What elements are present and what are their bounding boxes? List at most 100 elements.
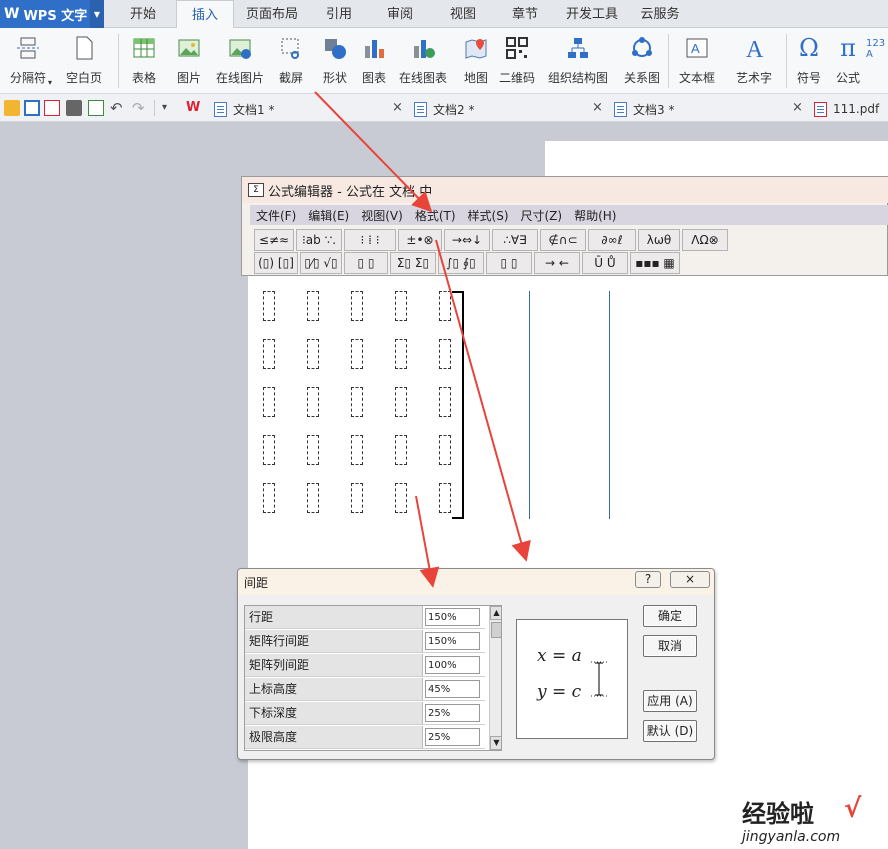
apply-button[interactable]: 应用 (A) [643,690,697,712]
integrals-palette[interactable]: ∫▯ ∮▯ [438,252,484,274]
matrix-slot[interactable] [351,387,363,417]
scroll-thumb[interactable] [491,622,501,638]
tab-developer[interactable]: 开发工具 [556,0,628,28]
matrix-slot[interactable] [439,483,451,513]
menu-format[interactable]: 格式(T) [415,207,456,224]
table-button[interactable]: 表格 [124,32,164,92]
chart-button[interactable]: 图表 [358,32,390,92]
relations-palette[interactable]: ≤≠≈ [254,229,294,251]
matrix-column-spacing-input[interactable]: 100% [425,656,480,674]
close-button[interactable]: × [670,571,710,588]
matrix-slot[interactable] [395,387,407,417]
doc-tab-2[interactable]: 文档2 * [414,100,474,118]
symbol-button[interactable]: Ω 符号 [788,32,830,92]
matrix-slot[interactable] [439,291,451,321]
export-pdf-icon[interactable] [44,100,60,116]
matrix-slot[interactable] [263,291,275,321]
textbox-button[interactable]: A 文本框 [672,32,722,92]
summations-palette[interactable]: Σ▯ Σ▯ [390,252,436,274]
matrix-slot[interactable] [395,291,407,321]
matrix-template[interactable] [263,291,463,521]
fences-palette[interactable]: (▯) [▯] [254,252,298,274]
dialog-titlebar[interactable]: 间距 ? × [238,569,714,595]
ok-button[interactable]: 确定 [643,605,697,627]
default-button[interactable]: 默认 (D) [643,720,697,742]
scroll-down-icon[interactable]: ▼ [490,736,501,750]
spaces-palette[interactable]: ⁝ab ∵. [296,229,342,251]
numbering-icon[interactable]: 123 A [866,38,888,74]
labeled-arrows-palette[interactable]: → ← [534,252,580,274]
wordart-button[interactable]: A 艺术字 [726,32,782,92]
matrix-slot[interactable] [351,339,363,369]
menu-size[interactable]: 尺寸(Z) [521,207,563,224]
formula-button[interactable]: π 公式 [832,32,864,92]
matrix-slot[interactable] [263,435,275,465]
matrix-slot[interactable] [307,291,319,321]
menu-view[interactable]: 视图(V) [361,207,403,224]
close-icon[interactable]: × [392,100,403,115]
tab-cloud[interactable]: 云服务 [630,0,690,28]
logic-palette[interactable]: ∴∀∃ [492,229,538,251]
limit-height-input[interactable]: 25% [425,728,480,746]
picture-button[interactable]: 图片 [168,32,210,92]
arrows-palette[interactable]: →⇔↓ [444,229,490,251]
app-logo[interactable]: W WPS 文字 ▼ [0,0,104,28]
open-folder-icon[interactable] [4,100,20,116]
online-picture-button[interactable]: 在线图片 [212,32,268,92]
bars-palette[interactable]: ▯ ▯ [486,252,532,274]
online-chart-button[interactable]: 在线图表 [394,32,452,92]
qrcode-button[interactable]: 二维码 [496,32,538,92]
matrix-slot[interactable] [307,339,319,369]
tab-page-layout[interactable]: 页面布局 [236,0,308,28]
matrix-slot[interactable] [351,435,363,465]
matrix-slot[interactable] [395,339,407,369]
menu-edit[interactable]: 编辑(E) [308,207,349,224]
subscripts-palette[interactable]: ▯ ▯ [344,252,388,274]
matrix-slot[interactable] [395,435,407,465]
print-preview-icon[interactable] [88,100,104,116]
doc-tab-3[interactable]: 文档3 * [614,100,674,118]
operators-palette[interactable]: ±•⊗ [398,229,442,251]
matrix-slot[interactable] [351,483,363,513]
blank-page-button[interactable]: 空白页 [58,32,110,92]
customize-dropdown-icon[interactable]: ▾ [162,100,178,116]
shape-button[interactable]: 形状 [314,32,356,92]
matrix-slot[interactable] [439,339,451,369]
matrix-slot[interactable] [395,483,407,513]
help-button[interactable]: ? [635,571,661,588]
matrix-slot[interactable] [307,387,319,417]
equation-editor-titlebar[interactable]: Σ 公式编辑器 - 公式在 文档 中 [242,177,888,203]
embellishments-palette[interactable]: ⁝ ⁞ ⁝ [344,229,396,251]
matrix-slot[interactable] [263,339,275,369]
doc-tab-1[interactable]: 文档1 * [214,100,274,118]
matrix-slot[interactable] [439,387,451,417]
menu-style[interactable]: 样式(S) [468,207,509,224]
greek-lower-palette[interactable]: λωθ [638,229,680,251]
tab-review[interactable]: 审阅 [370,0,430,28]
doc-tab-4[interactable]: 111.pdf [814,100,879,118]
wps-home-icon[interactable]: W [186,100,202,116]
superscript-height-input[interactable]: 45% [425,680,480,698]
list-scrollbar[interactable]: ▲ ▼ [489,606,501,750]
fractions-radicals-palette[interactable]: ▯⁄▯ √▯ [300,252,342,274]
products-palette[interactable]: Ū Ů [582,252,628,274]
screenshot-button[interactable]: 截屏 [270,32,312,92]
matrix-slot[interactable] [351,291,363,321]
close-icon[interactable]: × [592,100,603,115]
matrix-slot[interactable] [307,435,319,465]
map-button[interactable]: 地图 [460,32,492,92]
close-icon[interactable]: × [792,100,803,115]
tab-section[interactable]: 章节 [496,0,554,28]
break-button[interactable]: 分隔符 ▾ [2,32,54,92]
tab-references[interactable]: 引用 [310,0,368,28]
matrix-slot[interactable] [439,435,451,465]
relation-button[interactable]: 关系图 [620,32,664,92]
subscript-depth-input[interactable]: 25% [425,704,480,722]
redo-icon[interactable]: ↷ [132,100,148,116]
chevron-down-icon[interactable]: ▼ [90,0,104,28]
cancel-button[interactable]: 取消 [643,635,697,657]
misc-symbols-palette[interactable]: ∂∞ℓ [588,229,636,251]
org-chart-button[interactable]: 组织结构图 [542,32,614,92]
set-theory-palette[interactable]: ∉∩⊂ [540,229,586,251]
matrix-row-spacing-input[interactable]: 150% [425,632,480,650]
